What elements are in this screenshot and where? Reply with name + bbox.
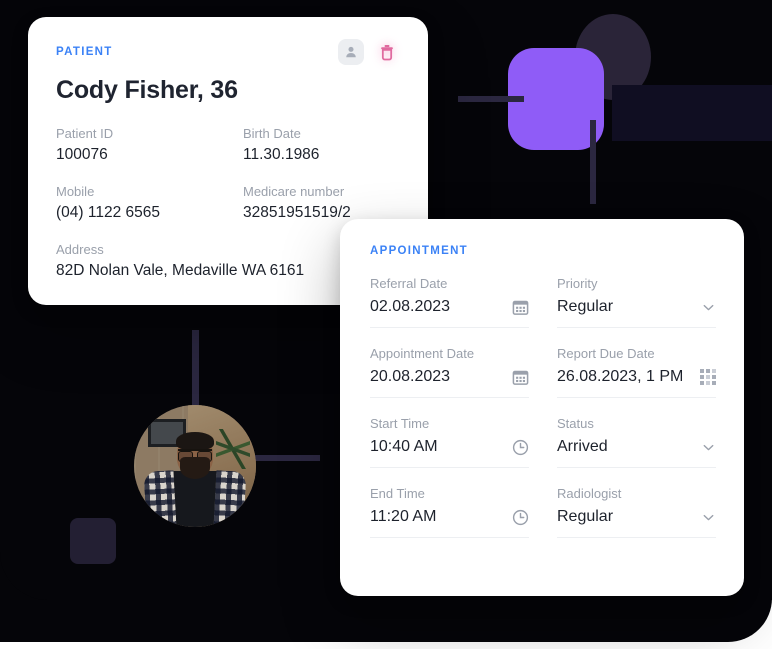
clock-icon[interactable]	[512, 509, 529, 526]
clock-icon[interactable]	[512, 439, 529, 456]
patient-card-header: PATIENT	[56, 39, 400, 65]
field-start-time[interactable]: Start Time 10:40 AM	[370, 416, 529, 468]
field-patient-id: Patient ID 100076	[56, 126, 243, 164]
field-value: Regular	[557, 508, 614, 525]
field-status[interactable]: Status Arrived	[557, 416, 716, 468]
avatar-shirt-left	[143, 470, 177, 527]
grid-icon[interactable]	[700, 369, 716, 385]
appointment-fields: Referral Date 02.08.2023 Priority Regula…	[370, 276, 716, 556]
field-appointment-date[interactable]: Appointment Date 20.08.2023	[370, 346, 529, 398]
field-label: Appointment Date	[370, 346, 475, 361]
calendar-icon[interactable]	[512, 299, 529, 316]
field-value: (04) 1122 6565	[56, 204, 160, 221]
field-value: Regular	[557, 298, 614, 315]
field-value: 02.08.2023	[370, 298, 451, 315]
avatar	[134, 405, 256, 527]
field-value: 11.30.1986	[243, 146, 320, 163]
field-value: 11:20 AM	[370, 508, 437, 525]
field-label: Status	[557, 416, 594, 431]
field-value: 10:40 AM	[370, 438, 438, 455]
decor-line-vertical-top	[590, 120, 596, 204]
decor-line-horizontal-avatar	[250, 455, 320, 461]
field-value: Arrived	[557, 438, 608, 455]
field-radiologist[interactable]: Radiologist Regular	[557, 486, 716, 538]
field-label: Patient ID	[56, 126, 114, 141]
decor-rect-dark	[612, 85, 772, 141]
chevron-down-icon[interactable]	[701, 300, 716, 315]
chevron-down-icon[interactable]	[701, 510, 716, 525]
appointment-section-label: APPOINTMENT	[370, 245, 468, 257]
decor-square-navy	[70, 518, 116, 564]
patient-section-label: PATIENT	[56, 46, 113, 58]
page-title: Cody Fisher, 36	[56, 76, 238, 104]
calendar-icon[interactable]	[512, 369, 529, 386]
trash-icon	[381, 44, 393, 60]
patient-profile-button[interactable]	[338, 39, 364, 65]
field-label: End Time	[370, 486, 425, 501]
appointment-card: APPOINTMENT Referral Date 02.08.2023 Pri…	[340, 219, 744, 596]
field-value: 100076	[56, 146, 108, 163]
field-label: Radiologist	[557, 486, 622, 501]
person-icon	[346, 46, 356, 58]
field-label: Report Due Date	[557, 346, 655, 361]
delete-patient-button[interactable]	[374, 39, 400, 65]
patient-card-actions	[338, 39, 400, 65]
decor-line-vertical-avatar	[192, 330, 199, 416]
field-value: 20.08.2023	[370, 368, 451, 385]
chevron-down-icon[interactable]	[701, 440, 716, 455]
avatar-beard	[180, 457, 210, 479]
field-mobile: Mobile (04) 1122 6565	[56, 184, 243, 222]
field-referral-date[interactable]: Referral Date 02.08.2023	[370, 276, 529, 328]
decor-line-horizontal-top	[458, 96, 524, 102]
field-label: Referral Date	[370, 276, 448, 291]
field-label: Start Time	[370, 416, 430, 431]
field-report-due-date[interactable]: Report Due Date 26.08.2023, 1 PM	[557, 346, 716, 398]
field-end-time[interactable]: End Time 11:20 AM	[370, 486, 529, 538]
field-label: Priority	[557, 276, 598, 291]
avatar-hair	[176, 432, 214, 450]
field-label: Medicare number	[243, 184, 345, 199]
field-birth-date: Birth Date 11.30.1986	[243, 126, 400, 164]
screenshot-stage: PATIENT Cody Fisher, 36 Patient ID 10007…	[0, 0, 772, 649]
field-medicare-number: Medicare number 32851951519/2	[243, 184, 400, 222]
avatar-bg-plant	[216, 429, 250, 469]
field-label: Birth Date	[243, 126, 301, 141]
field-priority[interactable]: Priority Regular	[557, 276, 716, 328]
avatar-shirt-right	[213, 470, 247, 527]
field-value: 26.08.2023, 1 PM	[557, 368, 684, 385]
field-label: Mobile	[56, 184, 95, 199]
